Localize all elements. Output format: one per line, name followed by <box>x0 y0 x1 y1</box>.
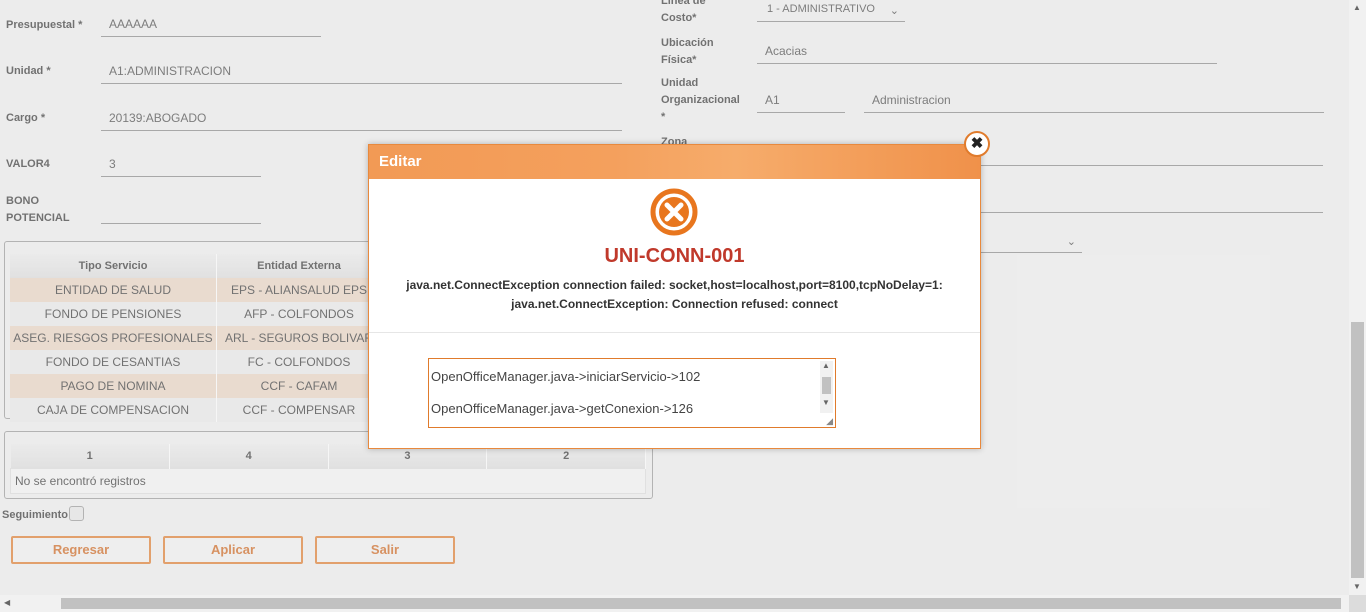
scroll-thumb[interactable] <box>61 598 1341 609</box>
scroll-up-icon[interactable]: ▲ <box>822 361 830 370</box>
vertical-scrollbar[interactable]: ▲ ▼ <box>1349 0 1366 595</box>
divider <box>369 332 980 333</box>
scroll-down-icon[interactable]: ▼ <box>1353 582 1361 591</box>
dialog-header: Editar <box>369 145 980 179</box>
error-message: java.net.ConnectException connection fai… <box>406 278 943 311</box>
scroll-thumb[interactable] <box>1351 322 1364 578</box>
resize-handle-icon[interactable]: ◢ <box>826 417 833 426</box>
scrollbar-corner <box>1349 595 1366 612</box>
edit-dialog: Editar UNI-CONN-001 java.net.ConnectExce… <box>368 144 981 449</box>
dialog-title: Editar <box>379 153 422 170</box>
stack-trace-textarea[interactable]: OpenOfficeManager.java->iniciarServicio-… <box>428 358 836 428</box>
close-icon[interactable]: ✖ <box>964 131 990 157</box>
stack-trace-text: OpenOfficeManager.java->iniciarServicio-… <box>431 369 701 416</box>
scroll-thumb[interactable] <box>822 377 831 394</box>
horizontal-scrollbar[interactable]: ◀ <box>0 595 1349 612</box>
error-code: UNI-CONN-001 <box>604 245 745 267</box>
scroll-down-icon[interactable]: ▼ <box>822 398 830 407</box>
error-icon <box>649 187 699 242</box>
scroll-left-icon[interactable]: ◀ <box>4 598 10 607</box>
textarea-scrollbar[interactable]: ▲ ▼ <box>820 361 833 413</box>
scroll-up-icon[interactable]: ▲ <box>1353 3 1361 12</box>
